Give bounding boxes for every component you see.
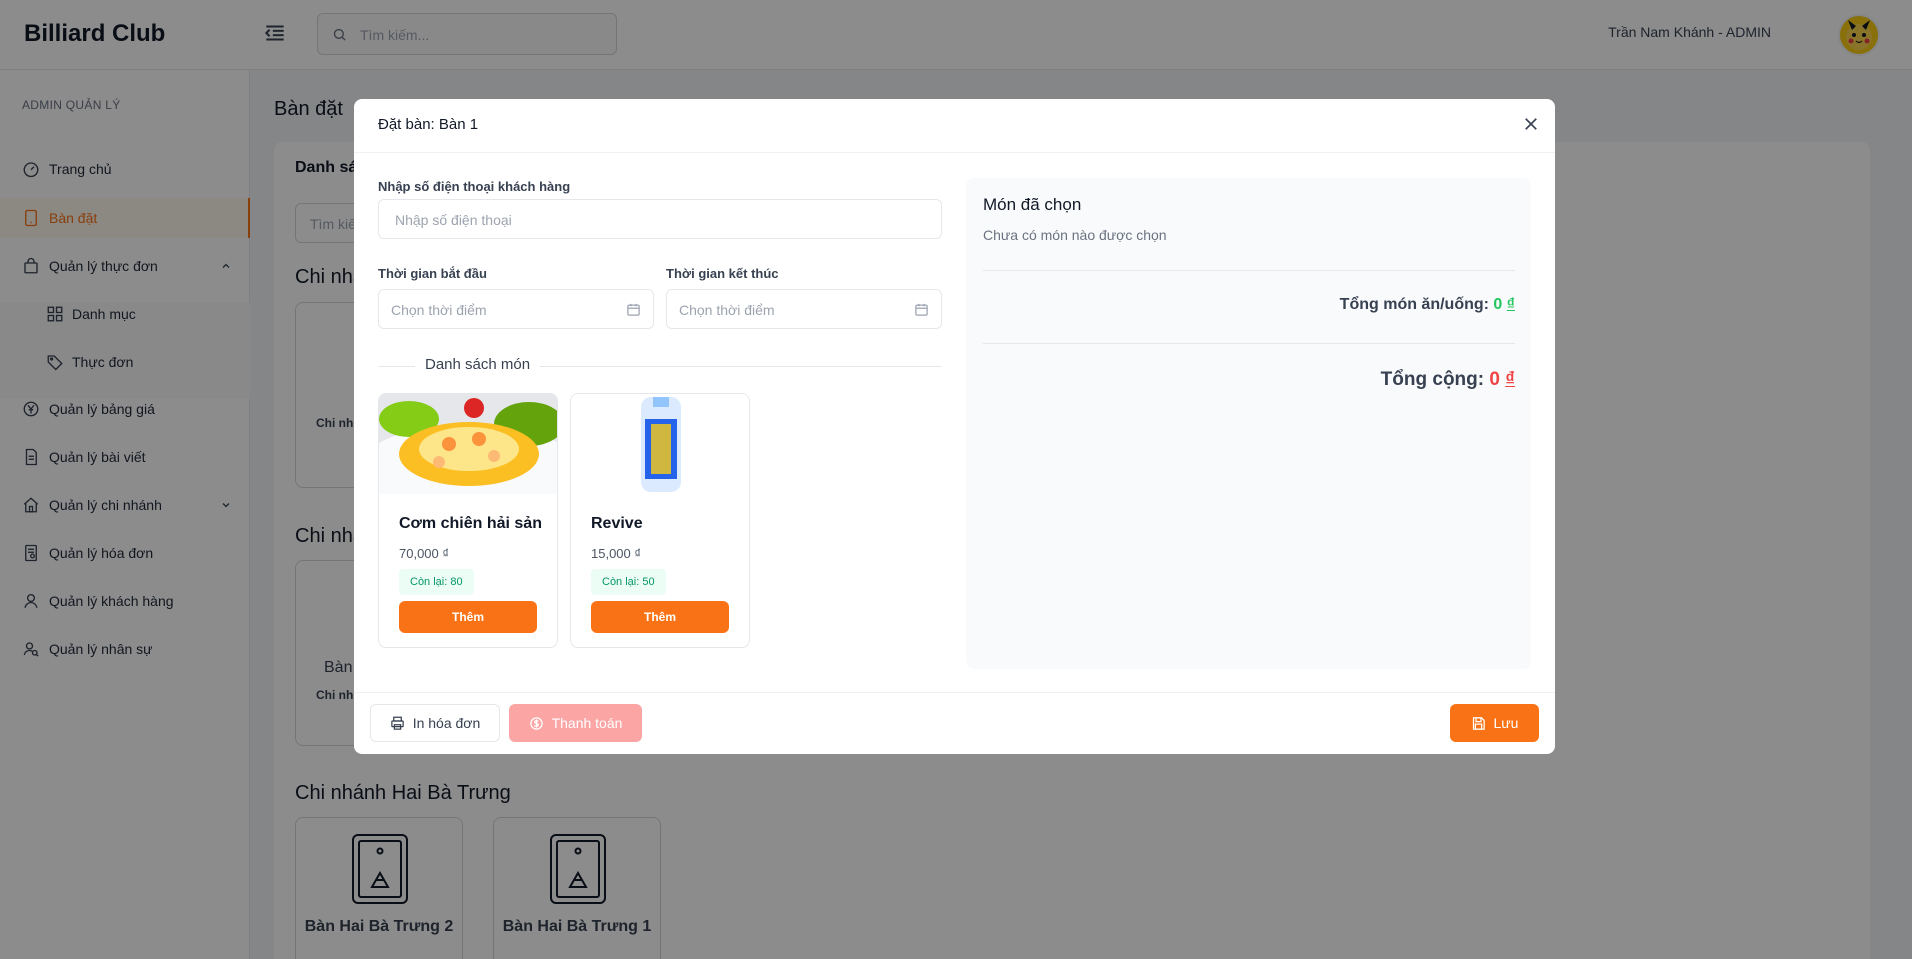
selected-items-title: Món đã chọn bbox=[983, 195, 1082, 214]
calendar-icon bbox=[915, 303, 928, 316]
grand-total-value: 0 bbox=[1489, 369, 1500, 390]
modal-title: Đặt bàn: Bàn 1 bbox=[378, 116, 479, 133]
food-total-value: 0 bbox=[1493, 296, 1503, 313]
stock-badge: Còn lại: 80 bbox=[399, 569, 474, 595]
modal-header-divider bbox=[354, 152, 1555, 153]
pay-button[interactable]: Thanh toán bbox=[509, 704, 642, 742]
selected-items-panel: Món đã chọn Chưa có món nào được chọn Tổ… bbox=[966, 178, 1531, 669]
start-time-label: Thời gian bắt đầu bbox=[378, 266, 487, 281]
close-icon[interactable] bbox=[1522, 115, 1540, 133]
add-food-button[interactable]: Thêm bbox=[399, 601, 537, 633]
printer-icon bbox=[390, 716, 404, 730]
divider bbox=[983, 343, 1515, 344]
food-total: Tổng món ăn/uống: 0 ₫ bbox=[1339, 296, 1515, 313]
grand-total: Tổng cộng: 0 ₫ bbox=[1380, 369, 1515, 390]
save-icon bbox=[1472, 716, 1485, 730]
food-card: Revive 15,000 ₫ Còn lại: 50 Thêm bbox=[570, 393, 750, 648]
modal-footer-divider bbox=[354, 692, 1555, 693]
divider bbox=[983, 270, 1515, 271]
stock-badge: Còn lại: 50 bbox=[591, 569, 666, 595]
booking-modal: Đặt bàn: Bàn 1 Nhập số điện thoại khách … bbox=[354, 99, 1555, 754]
food-price: 15,000 ₫ bbox=[591, 546, 642, 561]
start-time-picker[interactable]: Chọn thời điểm bbox=[378, 289, 654, 329]
add-food-button[interactable]: Thêm bbox=[591, 601, 729, 633]
phone-input[interactable]: Nhập số điện thoại bbox=[378, 199, 942, 239]
end-time-label: Thời gian kết thúc bbox=[666, 266, 779, 281]
calendar-icon bbox=[627, 303, 640, 316]
fried-rice-image bbox=[379, 394, 557, 494]
food-price: 70,000 ₫ bbox=[399, 546, 450, 561]
selected-items-empty: Chưa có món nào được chọn bbox=[983, 227, 1167, 243]
food-name: Cơm chiên hải sản bbox=[399, 515, 542, 532]
dollar-circle-icon bbox=[529, 716, 543, 730]
phone-label: Nhập số điện thoại khách hàng bbox=[378, 179, 571, 194]
revive-bottle-image bbox=[571, 394, 749, 494]
food-name: Revive bbox=[591, 515, 643, 532]
food-card: Cơm chiên hải sản 70,000 ₫ Còn lại: 80 T… bbox=[378, 393, 558, 648]
save-button[interactable]: Lưu bbox=[1450, 704, 1539, 742]
end-time-picker[interactable]: Chọn thời điểm bbox=[666, 289, 942, 329]
menu-section-title: Danh sách món bbox=[415, 356, 541, 373]
print-invoice-button[interactable]: In hóa đơn bbox=[370, 704, 500, 742]
